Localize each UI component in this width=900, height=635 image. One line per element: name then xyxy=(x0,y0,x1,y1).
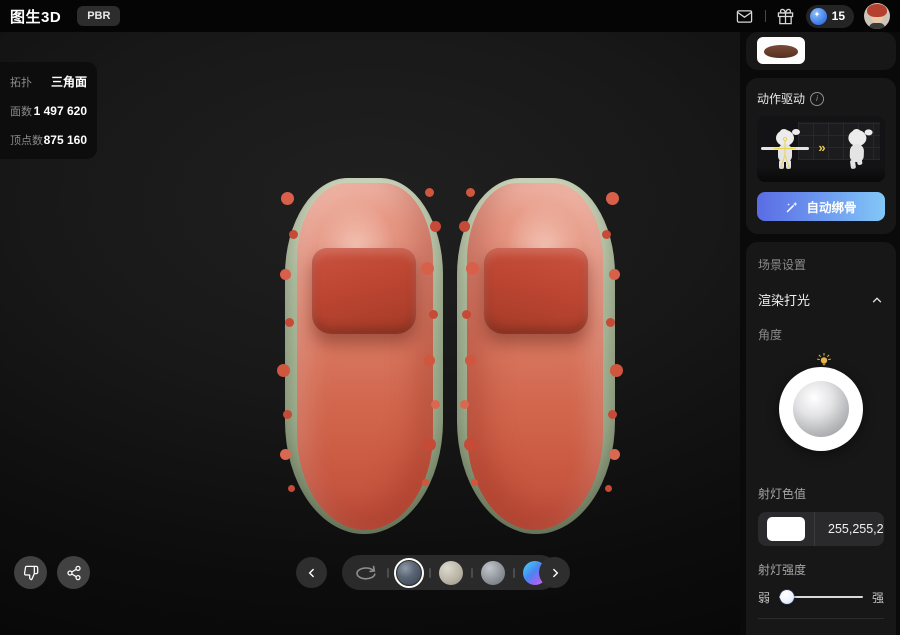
shoe-sole xyxy=(467,183,603,530)
info-icon[interactable] xyxy=(810,92,824,106)
shoe-left xyxy=(285,178,443,534)
mail-icon[interactable] xyxy=(735,6,755,26)
source-image-panel xyxy=(746,32,896,70)
stat-row-vertices: 顶点数 875 160 xyxy=(10,132,87,148)
material-clay[interactable] xyxy=(439,561,463,585)
material-toolbar xyxy=(342,555,558,590)
angle-preview-sphere xyxy=(793,381,849,437)
stat-label: 面数 xyxy=(10,103,32,119)
mesh-stats-panel: 拓扑 三角面 面数 1 497 620 顶点数 875 160 xyxy=(0,62,97,159)
tpose-character xyxy=(770,127,800,171)
action-drive-header: 动作驱动 xyxy=(757,90,885,107)
toolbar-divider xyxy=(387,568,389,578)
right-sidebar: 动作驱动 » xyxy=(746,32,896,635)
stat-value: 875 160 xyxy=(44,133,87,147)
angle-label: 角度 xyxy=(758,326,884,343)
source-image-thumbnail[interactable] xyxy=(757,37,805,64)
color-value: 255,255,255 xyxy=(815,522,884,536)
shoe-right xyxy=(457,178,615,534)
spot-color-input[interactable]: 255,255,255 xyxy=(758,512,884,546)
toolbar-divider xyxy=(429,568,431,578)
stat-label: 顶点数 xyxy=(10,132,43,148)
skeleton-overlay xyxy=(770,127,800,171)
rigging-preview-image[interactable]: » xyxy=(757,116,885,182)
pbr-badge: PBR xyxy=(77,6,120,26)
light-bulb-icon[interactable] xyxy=(816,353,832,369)
stat-value: 三角面 xyxy=(51,73,87,90)
stat-value: 1 497 620 xyxy=(34,104,87,118)
scene-settings-panel: 场景设置 渲染打光 角度 xyxy=(746,242,896,635)
berry-decorations xyxy=(281,192,294,205)
shoe-heel-block xyxy=(312,248,416,334)
prev-button[interactable] xyxy=(296,557,327,588)
strong-label: 强 xyxy=(872,589,884,606)
render-lighting-header[interactable]: 渲染打光 xyxy=(758,290,884,309)
share-button[interactable] xyxy=(57,556,90,589)
material-textured[interactable] xyxy=(397,561,421,585)
stat-label: 拓扑 xyxy=(10,74,32,90)
coin-icon xyxy=(810,8,827,25)
stat-row-faces: 面数 1 497 620 xyxy=(10,103,87,119)
toolbar-divider xyxy=(471,568,473,578)
light-angle-widget[interactable] xyxy=(758,343,884,455)
stat-row-topology: 拓扑 三角面 xyxy=(10,73,87,90)
transform-arrow: » xyxy=(818,140,823,155)
berry-decorations xyxy=(606,192,619,205)
viewport-3d[interactable] xyxy=(0,32,740,635)
shoe-heel-block xyxy=(484,248,588,334)
animated-character xyxy=(841,126,873,171)
credits-count: 15 xyxy=(832,9,845,23)
toolbar-divider xyxy=(513,568,515,578)
topbar-divider xyxy=(765,10,766,22)
credits-pill[interactable]: 15 xyxy=(806,5,854,28)
magic-wand-icon xyxy=(785,200,799,214)
top-bar: 图生3D PBR 15 xyxy=(0,0,900,32)
scene-settings-title: 场景设置 xyxy=(758,256,884,273)
action-drive-panel: 动作驱动 » xyxy=(746,78,896,234)
dislike-button[interactable] xyxy=(14,556,47,589)
render-lighting-title: 渲染打光 xyxy=(758,290,810,309)
weak-label: 弱 xyxy=(758,589,770,606)
color-swatch[interactable] xyxy=(767,517,805,541)
turntable-rotate-icon[interactable] xyxy=(353,563,379,583)
action-drive-title: 动作驱动 xyxy=(757,90,805,107)
shoe-model xyxy=(283,178,617,536)
auto-rig-label: 自动绑骨 xyxy=(806,197,856,216)
spot-intensity-label: 射灯强度 xyxy=(758,561,884,578)
auto-rig-button[interactable]: 自动绑骨 xyxy=(757,192,885,221)
spot-intensity-thumb[interactable] xyxy=(780,590,794,604)
shoe-sole xyxy=(297,183,433,530)
gift-icon[interactable] xyxy=(776,6,796,26)
app-window: 图生3D PBR 15 xyxy=(0,0,900,635)
spot-intensity-track[interactable] xyxy=(779,596,863,598)
chevron-up-icon xyxy=(870,293,884,307)
next-button[interactable] xyxy=(539,557,570,588)
avatar[interactable] xyxy=(864,3,890,29)
section-divider xyxy=(758,618,884,619)
topbar-actions: 15 xyxy=(735,3,890,29)
spot-intensity-slider: 弱 强 xyxy=(758,589,884,605)
material-marble[interactable] xyxy=(481,561,505,585)
page-title: 图生3D xyxy=(10,6,61,27)
spot-color-label: 射灯色值 xyxy=(758,485,884,502)
